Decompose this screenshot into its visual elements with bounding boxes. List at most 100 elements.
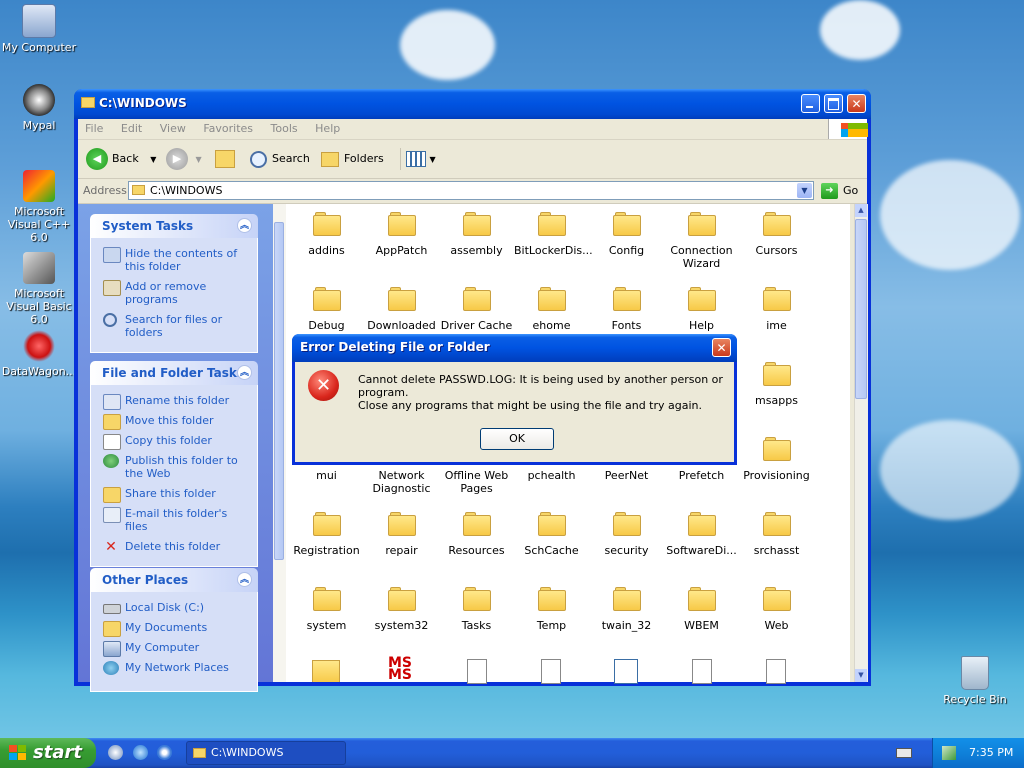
folder-item[interactable]: system [289,587,364,632]
scroll-up-arrow-icon[interactable]: ▲ [855,204,867,217]
desktop-icon-mypal[interactable]: Mypal [0,84,78,132]
address-input[interactable]: C:\WINDOWS ▼ [128,181,814,200]
forward-button[interactable]: ▶ ▼ [166,148,202,170]
folder-item[interactable]: Resources [439,512,514,557]
file-folder-tasks-header[interactable]: File and Folder Tasks ︽ [90,361,258,385]
system-tasks-header[interactable]: System Tasks ︽ [90,214,258,238]
go-button[interactable]: ➜ Go [821,182,858,200]
views-button[interactable]: ▼ [400,148,436,170]
folder-item[interactable]: WBEM [664,587,739,632]
folder-item[interactable]: Tasks [439,587,514,632]
task-copy-folder[interactable]: Copy this folder [103,434,249,450]
msn-setup-icon[interactable]: MS MS [386,656,414,682]
scroll-thumb[interactable] [274,222,284,560]
desktop-icon-my-computer[interactable]: My Computer [0,4,78,54]
folder-item[interactable]: repair [364,512,439,557]
folder-item[interactable]: Fonts [589,287,664,332]
task-pane-scrollbar[interactable] [273,204,286,682]
task-move-folder[interactable]: Move this folder [103,414,249,430]
task-add-remove-programs[interactable]: Add or remove programs [103,280,249,306]
folder-item[interactable]: SoftwareDi... [664,512,739,557]
search-button[interactable]: Search [250,148,310,170]
task-delete-folder[interactable]: ✕ Delete this folder [103,540,249,554]
system-file-icon[interactable] [614,659,638,684]
menu-view[interactable]: View [153,119,193,135]
folder-item[interactable]: Config [589,212,664,257]
ok-button[interactable]: OK [480,428,554,450]
folder-item[interactable]: Cursors [739,212,814,257]
menu-favorites[interactable]: Favorites [196,119,260,135]
back-button[interactable]: ◀ Back ▼ [86,148,156,170]
task-share-folder[interactable]: Share this folder [103,487,249,503]
minimize-button[interactable] [801,94,820,113]
folder-item[interactable]: ime [739,287,814,332]
place-local-disk[interactable]: Local Disk (C:) [103,601,249,614]
close-button[interactable]: ✕ [847,94,866,113]
folder-item[interactable]: Temp [514,587,589,632]
chevron-down-icon[interactable]: ▼ [150,155,156,164]
folder-item[interactable]: addins [289,212,364,257]
menu-edit[interactable]: Edit [114,119,149,135]
dialog-titlebar[interactable]: Error Deleting File or Folder ✕ [292,334,737,362]
folder-item[interactable]: security [589,512,664,557]
collapse-icon[interactable]: ︽ [237,365,252,380]
place-my-computer[interactable]: My Computer [103,641,249,657]
folder-item[interactable]: Connection Wizard [664,212,739,270]
quicklaunch-app-icon[interactable] [108,745,123,760]
task-hide-contents[interactable]: Hide the contents of this folder [103,247,249,273]
task-search-files[interactable]: Search for files or folders [103,313,249,339]
place-my-documents[interactable]: My Documents [103,621,249,637]
folder-item[interactable]: msapps [739,362,814,407]
place-my-network-places[interactable]: My Network Places [103,661,249,675]
menu-help[interactable]: Help [308,119,347,135]
folder-item[interactable]: Help [664,287,739,332]
folder-item[interactable]: Web [739,587,814,632]
task-rename-folder[interactable]: Rename this folder [103,394,249,410]
text-file-icon[interactable] [541,659,561,684]
task-publish-folder[interactable]: Publish this folder to the Web [103,454,249,480]
taskbar-window-button[interactable]: C:\WINDOWS [186,741,346,765]
scroll-thumb[interactable] [855,219,867,399]
network-icon[interactable] [942,746,956,760]
folder-item[interactable]: system32 [364,587,439,632]
maximize-button[interactable] [824,94,843,113]
folder-item[interactable]: Driver Cache [439,287,514,332]
folders-button[interactable]: Folders [321,148,384,170]
folder-item[interactable]: twain_32 [589,587,664,632]
folder-item[interactable]: Provisioning [739,437,814,482]
folder-item[interactable]: srchasst [739,512,814,557]
folder-item[interactable] [312,660,340,682]
task-email-files[interactable]: E-mail this folder's files [103,507,249,533]
up-folder-button[interactable] [215,148,235,170]
chevron-down-icon[interactable]: ▼ [196,155,202,164]
folder-item[interactable]: Debug [289,287,364,332]
desktop-icon-visual-basic[interactable]: Microsoft Visual Basic 6.0 [0,252,78,326]
text-file-icon[interactable] [692,659,712,684]
folder-item[interactable]: Registration [289,512,364,557]
clock[interactable]: 7:35 PM [969,738,1013,768]
desktop-icon-recycle-bin[interactable]: Recycle Bin [936,656,1014,706]
collapse-icon[interactable]: ︽ [237,218,252,233]
start-button[interactable]: start [0,738,96,768]
desktop-icon-datawagon[interactable]: DataWagon... [0,330,78,378]
folder-item[interactable]: assembly [439,212,514,257]
menu-tools[interactable]: Tools [264,119,305,135]
folder-item[interactable]: BitLockerDis... [514,212,593,257]
keyboard-icon[interactable] [896,748,912,758]
scroll-down-arrow-icon[interactable]: ▼ [855,669,867,682]
collapse-icon[interactable]: ︽ [237,572,252,587]
window-titlebar[interactable]: C:\WINDOWS ✕ [74,89,871,119]
dialog-close-button[interactable]: ✕ [712,338,731,357]
folder-item[interactable]: AppPatch [364,212,439,257]
media-player-icon[interactable] [157,745,172,760]
other-places-header[interactable]: Other Places ︽ [90,568,258,592]
text-file-icon[interactable] [766,659,786,684]
address-dropdown-button[interactable]: ▼ [797,183,812,198]
file-list-scrollbar[interactable]: ▲ ▼ [854,204,868,682]
folder-item[interactable]: ehome [514,287,589,332]
menu-file[interactable]: File [78,119,110,135]
folder-item[interactable]: Downloaded [364,287,439,332]
folder-item[interactable]: SchCache [514,512,589,557]
desktop-icon-visual-cpp[interactable]: Microsoft Visual C++ 6.0 [0,170,78,244]
text-file-icon[interactable] [467,659,487,684]
